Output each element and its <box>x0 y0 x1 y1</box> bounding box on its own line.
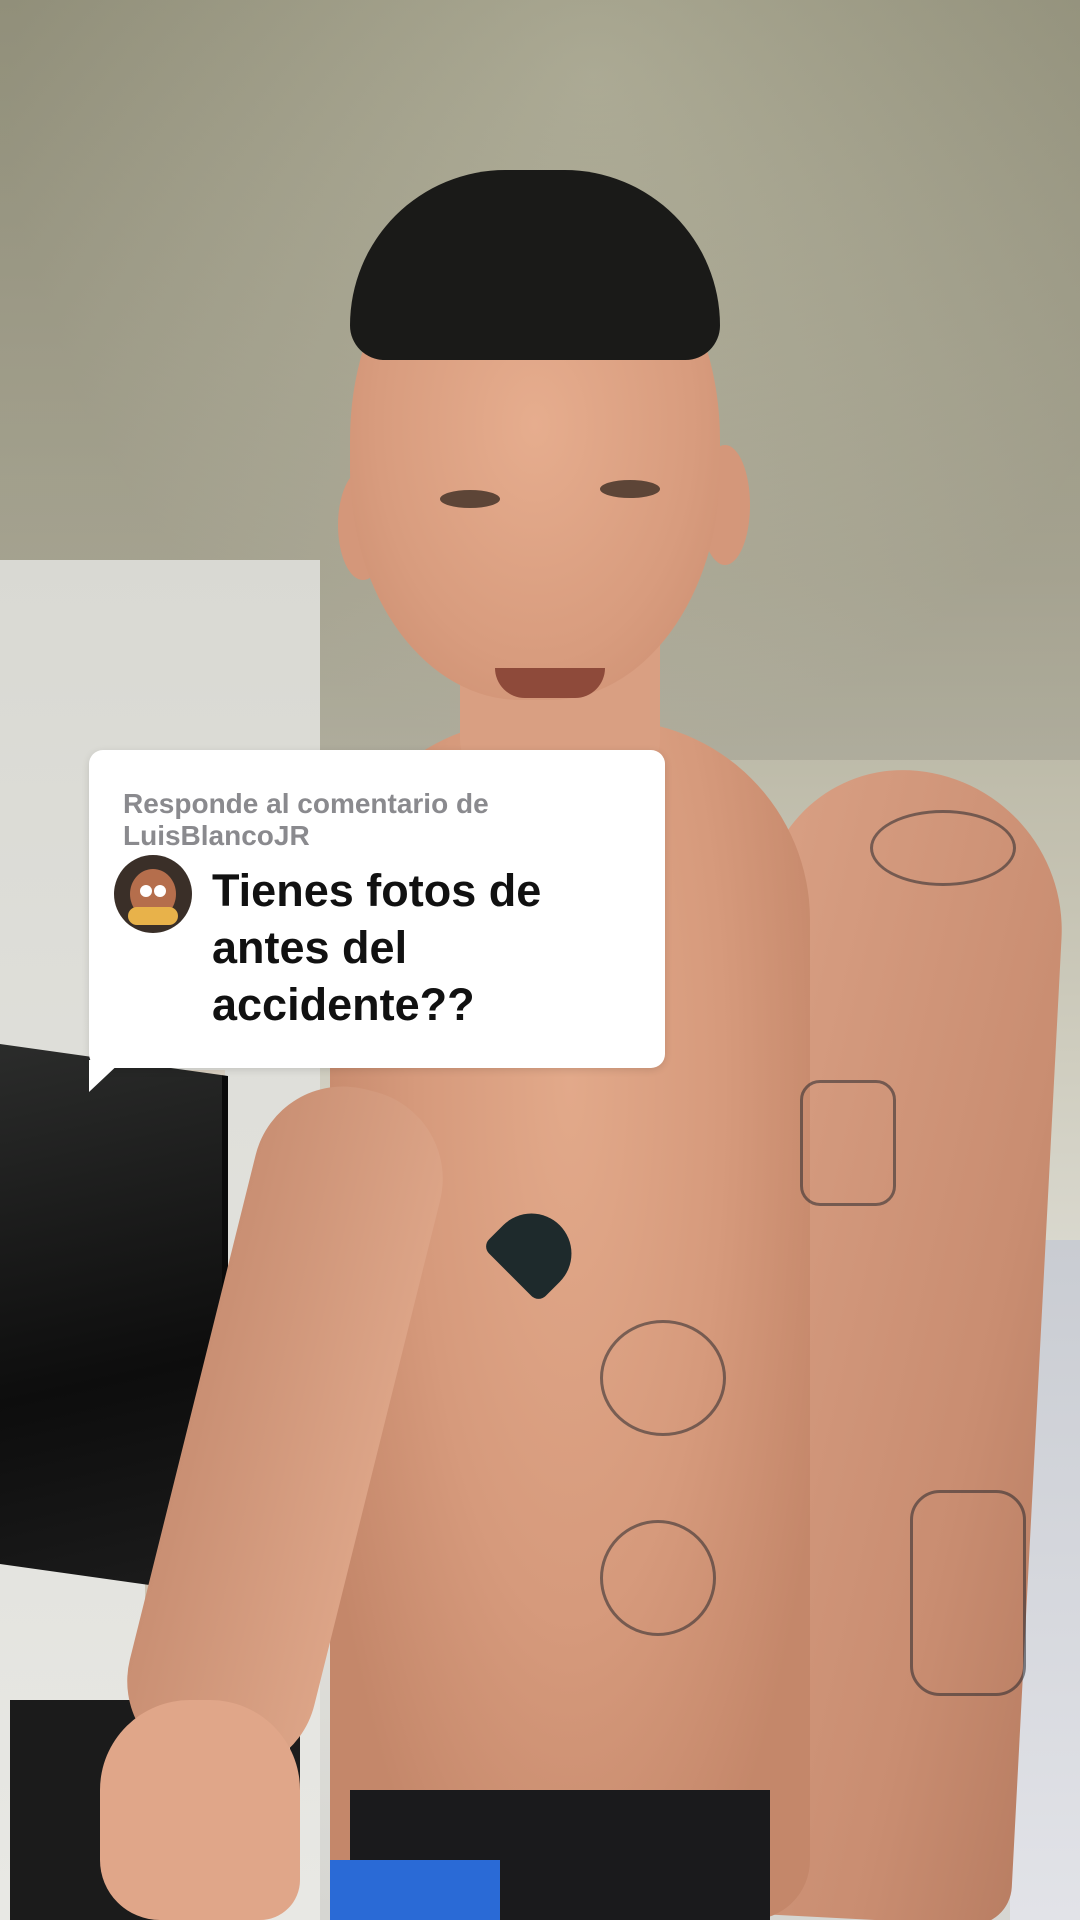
comment-line: Tienes fotos de <box>212 865 542 916</box>
arm-tattoo <box>870 810 1016 886</box>
reply-comment-text: Tienes fotos de antes del accidente?? <box>212 862 652 1033</box>
person-eye <box>600 480 660 498</box>
avatar-eye <box>154 885 166 897</box>
forearm-tattoo <box>910 1490 1026 1696</box>
avatar-eye <box>140 885 152 897</box>
reply-header: Responde al comentario de LuisBlancoJR <box>123 788 643 852</box>
cartoon-avatar-icon[interactable] <box>114 855 192 933</box>
reply-header-label: Responde al comentario de <box>123 788 489 819</box>
sun-tattoo <box>600 1520 716 1636</box>
moon-tattoo <box>600 1320 726 1436</box>
avatar-hands <box>128 907 178 925</box>
shorts <box>330 1860 500 1920</box>
person-left-hand <box>100 1700 300 1920</box>
comment-line: accidente?? <box>212 979 475 1030</box>
reply-bubble-tail <box>89 1060 123 1092</box>
comment-line: antes del <box>212 922 408 973</box>
cartoon-tattoo <box>800 1080 896 1206</box>
video-frame[interactable]: Responde al comentario de LuisBlancoJR T… <box>0 0 1080 1920</box>
person-mouth <box>495 668 605 698</box>
person-eye <box>440 490 500 508</box>
reply-username[interactable]: LuisBlancoJR <box>123 820 643 852</box>
